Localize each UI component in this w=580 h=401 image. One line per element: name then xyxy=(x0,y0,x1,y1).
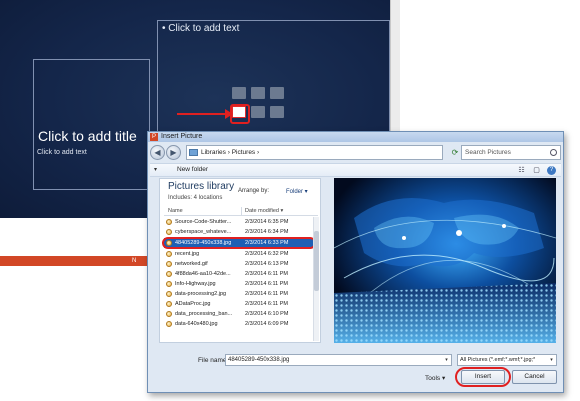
image-file-icon xyxy=(166,281,172,287)
file-name: Source-Code-Shutter... xyxy=(175,219,232,225)
insert-smartart-icon[interactable] xyxy=(270,87,284,99)
view-options-icon[interactable]: ☷ xyxy=(517,166,526,175)
file-row[interactable]: Info-Highway.jpg 2/3/2014 6:11 PM xyxy=(164,279,314,289)
file-name: 4f88da46-aa10-42de... xyxy=(175,271,231,277)
insert-video-icon[interactable] xyxy=(270,106,284,118)
dialog-toolbar: ▾ New folder ☷ ▢ ? xyxy=(150,163,561,177)
file-name: data-640x480.jpg xyxy=(175,321,218,327)
highlight-circle xyxy=(230,104,250,124)
refresh-icon[interactable]: ⟳ xyxy=(448,145,462,160)
file-type-value: All Pictures (*.emf;*.wmf;*.jpg;* xyxy=(460,357,536,363)
library-icon xyxy=(189,149,198,156)
column-date-modified[interactable]: Date modified ▾ xyxy=(245,208,283,214)
status-bar-text: N xyxy=(118,256,150,266)
insert-picture-dialog: P Insert Picture ◀ ▶ Libraries › Picture… xyxy=(147,131,564,393)
preview-globe-image xyxy=(334,178,556,343)
image-file-icon xyxy=(166,321,172,327)
library-subtitle[interactable]: Includes: 4 locations xyxy=(168,195,222,201)
title-placeholder-text: Click to add title xyxy=(38,128,137,144)
file-date: 2/3/2014 6:10 PM xyxy=(245,311,289,317)
preview-pane-icon[interactable]: ▢ xyxy=(532,166,541,175)
image-file-icon xyxy=(166,251,172,257)
callout-arrow-line xyxy=(177,113,227,115)
image-preview-pane xyxy=(334,178,556,343)
file-row[interactable]: ADataProc.jpg 2/3/2014 6:11 PM xyxy=(164,299,314,309)
file-row[interactable]: networked.gif 2/3/2014 6:13 PM xyxy=(164,259,314,269)
help-icon[interactable]: ? xyxy=(547,166,556,175)
image-file-icon xyxy=(166,301,172,307)
file-row[interactable]: 4f88da46-aa10-42de... 2/3/2014 6:11 PM xyxy=(164,269,314,279)
image-file-icon xyxy=(166,271,172,277)
library-title: Pictures library xyxy=(168,181,235,192)
content-placeholder-text: • Click to add text xyxy=(162,23,240,34)
file-name: Info-Highway.jpg xyxy=(175,281,216,287)
back-button[interactable]: ◀ xyxy=(150,145,165,160)
file-list-scrollbar[interactable] xyxy=(313,217,319,341)
file-date: 2/3/2014 6:32 PM xyxy=(245,251,289,257)
file-name: cyberspace_whateve... xyxy=(175,229,232,235)
subtitle-placeholder-text: Click to add text xyxy=(37,149,87,156)
navigation-bar: ◀ ▶ Libraries › Pictures › ▾ ⟳ Search Pi… xyxy=(150,144,561,161)
insert-online-picture-icon[interactable] xyxy=(251,106,265,118)
insert-chart-icon[interactable] xyxy=(251,87,265,99)
selection-highlight-ring xyxy=(162,237,316,249)
insert-table-icon[interactable] xyxy=(232,87,246,99)
new-folder-button[interactable]: New folder xyxy=(177,166,208,173)
file-name-label: File name: xyxy=(198,357,229,364)
file-date: 2/3/2014 6:11 PM xyxy=(245,301,289,307)
file-row[interactable]: recent.jpg 2/3/2014 6:32 PM xyxy=(164,249,314,259)
file-name-dropdown-icon[interactable]: ▾ xyxy=(443,356,450,365)
file-row[interactable]: cyberspace_whateve... 2/3/2014 6:34 PM xyxy=(164,227,314,237)
column-separator xyxy=(241,207,242,215)
search-placeholder: Search Pictures xyxy=(465,149,511,156)
search-input[interactable]: Search Pictures xyxy=(461,145,561,160)
image-file-icon xyxy=(166,311,172,317)
dialog-title: Insert Picture xyxy=(161,133,203,140)
file-name: ADataProc.jpg xyxy=(175,301,211,307)
powerpoint-icon: P xyxy=(150,133,158,141)
file-date: 2/3/2014 6:34 PM xyxy=(245,229,289,235)
address-bar[interactable]: Libraries › Pictures › ▾ xyxy=(186,145,477,160)
file-date: 2/3/2014 6:13 PM xyxy=(245,261,289,267)
file-type-select[interactable]: All Pictures (*.emf;*.wmf;*.jpg;* ▾ xyxy=(457,354,557,366)
file-name-value: 48405289-450x338.jpg xyxy=(228,357,290,363)
cancel-button[interactable]: Cancel xyxy=(512,370,557,384)
organize-button[interactable]: ▾ xyxy=(154,166,157,173)
file-date: 2/3/2014 6:11 PM xyxy=(245,291,289,297)
insert-highlight-ring xyxy=(455,367,511,387)
file-name: data_processing_ban... xyxy=(175,311,233,317)
address-path: Libraries › Pictures › xyxy=(201,149,260,156)
file-row[interactable]: data-processing2.jpg 2/3/2014 6:11 PM xyxy=(164,289,314,299)
search-icon xyxy=(550,149,557,156)
image-file-icon xyxy=(166,291,172,297)
arrange-label: Arrange by: xyxy=(238,188,270,194)
dialog-titlebar[interactable]: P Insert Picture xyxy=(148,132,563,142)
file-name: networked.gif xyxy=(175,261,208,267)
file-name: recent.jpg xyxy=(175,251,200,257)
column-name[interactable]: Name xyxy=(168,208,183,214)
file-date: 2/3/2014 6:11 PM xyxy=(245,281,289,287)
file-date: 2/3/2014 6:11 PM xyxy=(245,271,289,277)
scrollbar-thumb[interactable] xyxy=(314,231,319,291)
file-date: 2/3/2014 6:35 PM xyxy=(245,219,289,225)
title-placeholder[interactable]: Click to add title Click to add text xyxy=(33,59,150,190)
column-headers: Name Date modified ▾ xyxy=(164,207,318,216)
file-row[interactable]: data-640x480.jpg 2/3/2014 6:09 PM xyxy=(164,319,314,329)
image-file-icon xyxy=(166,229,172,235)
file-row[interactable]: data_processing_ban... 2/3/2014 6:10 PM xyxy=(164,309,314,319)
file-type-dropdown-icon[interactable]: ▾ xyxy=(548,356,555,365)
tools-menu[interactable]: Tools ▾ xyxy=(425,374,445,382)
file-name: data-processing2.jpg xyxy=(175,291,227,297)
file-list-pane: Pictures library Includes: 4 locations A… xyxy=(159,178,321,343)
file-row[interactable]: Source-Code-Shutter... 2/3/2014 6:35 PM xyxy=(164,217,314,227)
image-file-icon xyxy=(166,219,172,225)
file-name-input[interactable]: 48405289-450x338.jpg ▾ xyxy=(225,354,452,366)
image-file-icon xyxy=(166,261,172,267)
arrange-dropdown[interactable]: Folder ▾ xyxy=(286,188,308,195)
file-date: 2/3/2014 6:09 PM xyxy=(245,321,289,327)
forward-button[interactable]: ▶ xyxy=(166,145,181,160)
